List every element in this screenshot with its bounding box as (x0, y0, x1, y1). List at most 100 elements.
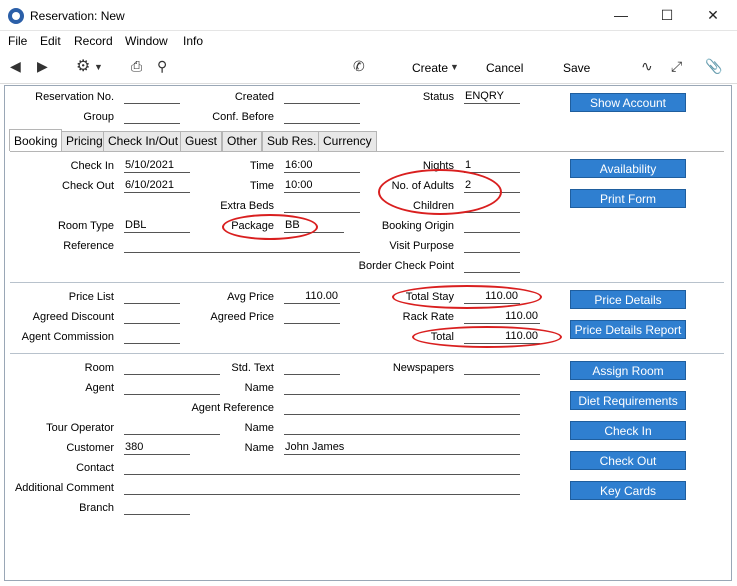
agreed-price-label: Agreed Price (210, 311, 274, 323)
reservation-no-label: Reservation No. (35, 91, 114, 103)
border-check-field[interactable] (464, 259, 520, 273)
menu-info[interactable]: Info (183, 34, 203, 48)
chevron-down-icon[interactable]: ▼ (94, 62, 103, 72)
check-in-button[interactable]: Check In (570, 421, 686, 440)
reference-field[interactable] (124, 239, 360, 253)
key-cards-button[interactable]: Key Cards (570, 481, 686, 500)
tour-name-label: Name (244, 422, 274, 434)
check-in-field[interactable]: 5/10/2021 (124, 159, 190, 173)
check-out-button[interactable]: Check Out (570, 451, 686, 470)
agent-commission-field[interactable] (124, 330, 180, 344)
avg-price-field[interactable]: 110.00 (284, 290, 340, 304)
menu-window[interactable]: Window (125, 34, 168, 48)
phone-icon[interactable]: ✆ (353, 58, 365, 75)
separator (10, 353, 724, 354)
agreed-price-field[interactable] (284, 310, 340, 324)
std-text-field[interactable] (284, 361, 340, 375)
diet-requirements-button[interactable]: Diet Requirements (570, 391, 686, 410)
availability-button[interactable]: Availability (570, 159, 686, 178)
tab-pricing[interactable]: Pricing (61, 131, 108, 151)
border-check-label: Border Check Point (358, 260, 454, 272)
room-type-field[interactable]: DBL (124, 219, 190, 233)
agreed-discount-label: Agreed Discount (32, 311, 114, 323)
annotation-oval-total-stay (392, 285, 542, 309)
newspapers-field[interactable] (464, 361, 540, 375)
agreed-discount-field[interactable] (124, 310, 180, 324)
extra-beds-field[interactable] (284, 199, 360, 213)
annotation-oval-adults (378, 169, 502, 215)
print-preview-icon[interactable]: ⚲ (157, 58, 167, 75)
customer-name-field[interactable]: John James (284, 441, 520, 455)
customer-label: Customer (66, 442, 114, 454)
branch-field[interactable] (124, 501, 190, 515)
reference-label: Reference (63, 240, 114, 252)
nights-field[interactable]: 1 (464, 159, 520, 173)
additional-comment-label: Additional Comment (14, 482, 114, 494)
toolbar (0, 51, 737, 84)
forward-arrow-icon[interactable]: ▶ (37, 58, 48, 75)
newspapers-label: Newspapers (392, 362, 454, 374)
avg-price-label: Avg Price (227, 291, 274, 303)
show-account-button[interactable]: Show Account (570, 93, 686, 112)
tab-booking[interactable]: Booking (9, 129, 63, 151)
branch-label: Branch (79, 502, 114, 514)
gear-icon[interactable]: ⚙ (76, 56, 90, 76)
reservation-no-field[interactable] (124, 90, 180, 104)
chevron-down-icon[interactable]: ▼ (450, 62, 459, 72)
status-label: Status (422, 91, 454, 103)
minimize-icon[interactable]: — (598, 0, 644, 31)
check-in-label: Check In (70, 160, 114, 172)
conf-before-field[interactable] (284, 110, 360, 124)
print-icon[interactable]: ⎙ (131, 58, 142, 75)
booking-origin-label: Booking Origin (381, 220, 454, 232)
maximize-icon[interactable]: ☐ (644, 0, 690, 31)
agent-commission-label: Agent Commission (21, 331, 114, 343)
price-details-report-button[interactable]: Price Details Report (570, 320, 686, 339)
conf-before-label: Conf. Before (212, 111, 274, 123)
save-button[interactable]: Save (563, 61, 590, 75)
rack-rate-field[interactable]: 110.00 (464, 310, 540, 324)
tour-name-field[interactable] (284, 421, 520, 435)
additional-comment-field[interactable] (124, 481, 520, 495)
check-out-time-field[interactable]: 10:00 (284, 179, 360, 193)
create-button[interactable]: Create (412, 61, 448, 75)
created-field[interactable] (284, 90, 360, 104)
app-logo-icon (8, 8, 24, 24)
back-arrow-icon[interactable]: ◀ (10, 58, 21, 75)
annotation-oval-total (412, 326, 562, 348)
visit-purpose-field[interactable] (464, 239, 520, 253)
tab-check-in-out[interactable]: Check In/Out (103, 131, 184, 151)
close-icon[interactable]: ✕ (690, 0, 736, 31)
tab-guest[interactable]: Guest (180, 131, 223, 151)
check-in-time-field[interactable]: 16:00 (284, 159, 360, 173)
booking-origin-field[interactable] (464, 219, 520, 233)
group-label: Group (83, 111, 114, 123)
menu-file[interactable]: File (8, 34, 27, 48)
cancel-button[interactable]: Cancel (486, 61, 523, 75)
expand-icon[interactable]: ⤢ (671, 58, 682, 75)
price-details-button[interactable]: Price Details (570, 290, 686, 309)
check-out-field[interactable]: 6/10/2021 (124, 179, 190, 193)
tab-sub-res[interactable]: Sub Res. (262, 131, 322, 151)
activity-icon[interactable]: ∿ (641, 58, 653, 75)
attachment-icon[interactable]: 📎 (705, 58, 722, 75)
agent-name-label: Name (244, 382, 274, 394)
created-label: Created (234, 91, 274, 103)
tab-other[interactable]: Other (222, 131, 263, 151)
print-form-button[interactable]: Print Form (570, 189, 686, 208)
tab-currency[interactable]: Currency (318, 131, 377, 151)
price-list-field[interactable] (124, 290, 180, 304)
separator (10, 282, 724, 283)
menu-edit[interactable]: Edit (40, 34, 61, 48)
contact-field[interactable] (124, 461, 520, 475)
customer-field[interactable]: 380 (124, 441, 190, 455)
group-field[interactable] (124, 110, 180, 124)
agent-reference-field[interactable] (284, 401, 520, 415)
status-field[interactable]: ENQRY (464, 90, 520, 104)
assign-room-button[interactable]: Assign Room (570, 361, 686, 380)
menu-record[interactable]: Record (74, 34, 113, 48)
extra-beds-label: Extra Beds (220, 200, 274, 212)
check-out-label: Check Out (62, 180, 114, 192)
tab-strip-line (10, 151, 724, 152)
agent-name-field[interactable] (284, 381, 520, 395)
